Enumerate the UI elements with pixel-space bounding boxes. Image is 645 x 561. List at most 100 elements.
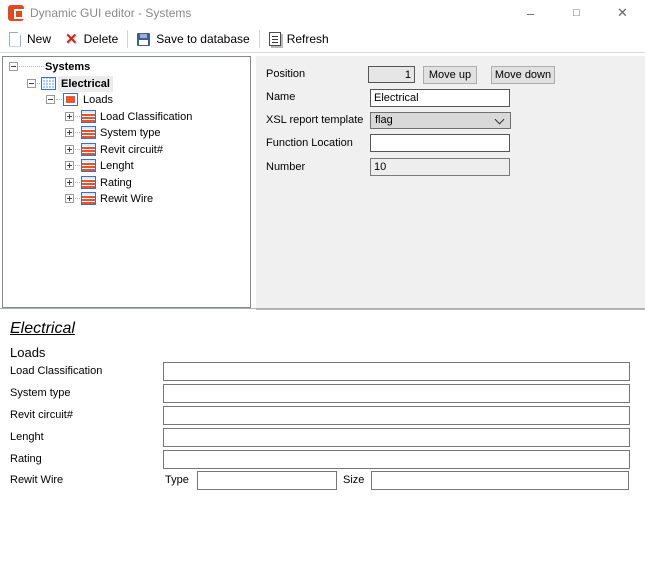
tree-row: Rewit Wire bbox=[3, 191, 250, 207]
form-panel: Position Move up Move down Name XSL repo… bbox=[256, 56, 645, 310]
rewit-wire-label: Rewit Wire bbox=[10, 474, 63, 486]
tree-item-label[interactable]: Rewit Wire bbox=[97, 191, 156, 207]
tree-panel: SystemsElectricalLoadsLoad Classificatio… bbox=[2, 56, 251, 308]
refresh-button[interactable]: Refresh bbox=[262, 27, 336, 51]
refresh-button-label: Refresh bbox=[287, 32, 329, 46]
tree-item-label[interactable]: Revit circuit# bbox=[97, 142, 166, 158]
field-label: Revit circuit# bbox=[10, 409, 73, 421]
toolbar: New ✕ Delete Save to database Refresh bbox=[0, 26, 645, 53]
rewit-wire-size-label: Size bbox=[343, 474, 364, 486]
tree-row: Systems bbox=[3, 59, 250, 75]
move-up-label: Move up bbox=[429, 69, 471, 81]
expand-plus-icon[interactable] bbox=[65, 145, 74, 154]
toolbar-separator bbox=[259, 30, 260, 48]
chevron-down-icon bbox=[495, 115, 505, 125]
tree-row: Rating bbox=[3, 175, 250, 191]
tree-row: System type bbox=[3, 125, 250, 141]
number-input[interactable] bbox=[370, 158, 510, 176]
rewit-wire-size-input[interactable] bbox=[371, 471, 629, 490]
table-icon bbox=[81, 176, 96, 189]
panel-bottom-divider bbox=[0, 308, 645, 309]
field-label: Lenght bbox=[10, 431, 44, 443]
grid-icon bbox=[41, 77, 56, 90]
close-button[interactable]: ✕ bbox=[600, 0, 645, 26]
detail-heading: Electrical bbox=[10, 320, 75, 338]
window-title: Dynamic GUI editor - Systems bbox=[30, 0, 191, 26]
tree-item-label[interactable]: Electrical bbox=[58, 76, 113, 92]
minimize-icon: – bbox=[527, 6, 534, 21]
toolbar-separator bbox=[127, 30, 128, 48]
maximize-button[interactable]: □ bbox=[554, 0, 599, 26]
tree-row: Lenght bbox=[3, 158, 250, 174]
rewit-wire-type-label: Type bbox=[165, 474, 189, 486]
tree-connector bbox=[75, 132, 80, 134]
position-label: Position bbox=[266, 68, 305, 80]
tree-item-label[interactable]: Loads bbox=[80, 92, 116, 108]
tree-connector bbox=[75, 165, 80, 167]
tree-connector bbox=[75, 198, 80, 200]
tree-item-label[interactable]: System type bbox=[97, 125, 164, 141]
rewit-wire-type-input[interactable] bbox=[197, 471, 337, 490]
save-to-database-button[interactable]: Save to database bbox=[130, 27, 256, 51]
name-label: Name bbox=[266, 91, 295, 103]
expand-plus-icon[interactable] bbox=[65, 161, 74, 170]
tree-connector bbox=[37, 83, 40, 85]
move-up-button[interactable]: Move up bbox=[423, 66, 477, 84]
position-input[interactable] bbox=[368, 66, 415, 83]
tree-row: Revit circuit# bbox=[3, 142, 250, 158]
table-icon bbox=[81, 110, 96, 123]
field-input[interactable] bbox=[163, 450, 630, 469]
refresh-list-icon bbox=[269, 32, 281, 46]
collapse-minus-icon[interactable] bbox=[27, 79, 36, 88]
tree-item-label[interactable]: Systems bbox=[42, 59, 93, 75]
move-down-label: Move down bbox=[495, 69, 551, 81]
field-label: Rating bbox=[10, 453, 42, 465]
xsl-report-template-dropdown[interactable]: flag bbox=[370, 112, 511, 129]
expand-plus-icon[interactable] bbox=[65, 194, 74, 203]
save-button-label: Save to database bbox=[156, 32, 249, 46]
expand-plus-icon[interactable] bbox=[65, 178, 74, 187]
tree-item-label[interactable]: Lenght bbox=[97, 158, 137, 174]
field-input[interactable] bbox=[163, 362, 630, 381]
field-input[interactable] bbox=[163, 428, 630, 447]
tree-row: Electrical bbox=[3, 76, 250, 92]
expand-plus-icon[interactable] bbox=[65, 112, 74, 121]
tree-item-label[interactable]: Load Classification bbox=[97, 109, 195, 125]
maximize-icon: □ bbox=[573, 7, 580, 19]
tree-connector bbox=[75, 149, 80, 151]
expand-plus-icon[interactable] bbox=[65, 128, 74, 137]
titlebar: Dynamic GUI editor - Systems – □ ✕ bbox=[0, 0, 645, 26]
field-input[interactable] bbox=[163, 406, 630, 425]
xsl-report-template-label: XSL report template bbox=[266, 114, 363, 126]
tree-connector bbox=[75, 182, 80, 184]
detail-subheading: Loads bbox=[10, 345, 45, 360]
delete-x-icon: ✕ bbox=[65, 32, 78, 47]
tree-row: Loads bbox=[3, 92, 250, 108]
collapse-minus-icon[interactable] bbox=[46, 95, 55, 104]
delete-button[interactable]: ✕ Delete bbox=[58, 27, 125, 51]
name-input[interactable] bbox=[370, 89, 510, 107]
close-icon: ✕ bbox=[617, 5, 628, 21]
field-input[interactable] bbox=[163, 384, 630, 403]
table-icon bbox=[81, 159, 96, 172]
new-button-label: New bbox=[27, 32, 51, 46]
table-icon bbox=[81, 143, 96, 156]
move-down-button[interactable]: Move down bbox=[491, 66, 555, 84]
tree-connector bbox=[75, 116, 80, 118]
field-label: System type bbox=[10, 387, 71, 399]
tree-connector bbox=[19, 66, 44, 68]
delete-button-label: Delete bbox=[84, 32, 119, 46]
collapse-minus-icon[interactable] bbox=[9, 62, 18, 71]
app-icon bbox=[8, 5, 24, 21]
loads-icon bbox=[63, 93, 78, 106]
minimize-button[interactable]: – bbox=[508, 0, 553, 26]
field-label: Load Classification bbox=[10, 365, 102, 377]
tree-row: Load Classification bbox=[3, 109, 250, 125]
function-location-input[interactable] bbox=[370, 134, 510, 152]
number-label: Number bbox=[266, 161, 305, 173]
tree-item-label[interactable]: Rating bbox=[97, 175, 135, 191]
table-icon bbox=[81, 192, 96, 205]
table-icon bbox=[81, 126, 96, 139]
new-button[interactable]: New bbox=[2, 27, 58, 51]
xsl-selected-value: flag bbox=[375, 114, 393, 126]
